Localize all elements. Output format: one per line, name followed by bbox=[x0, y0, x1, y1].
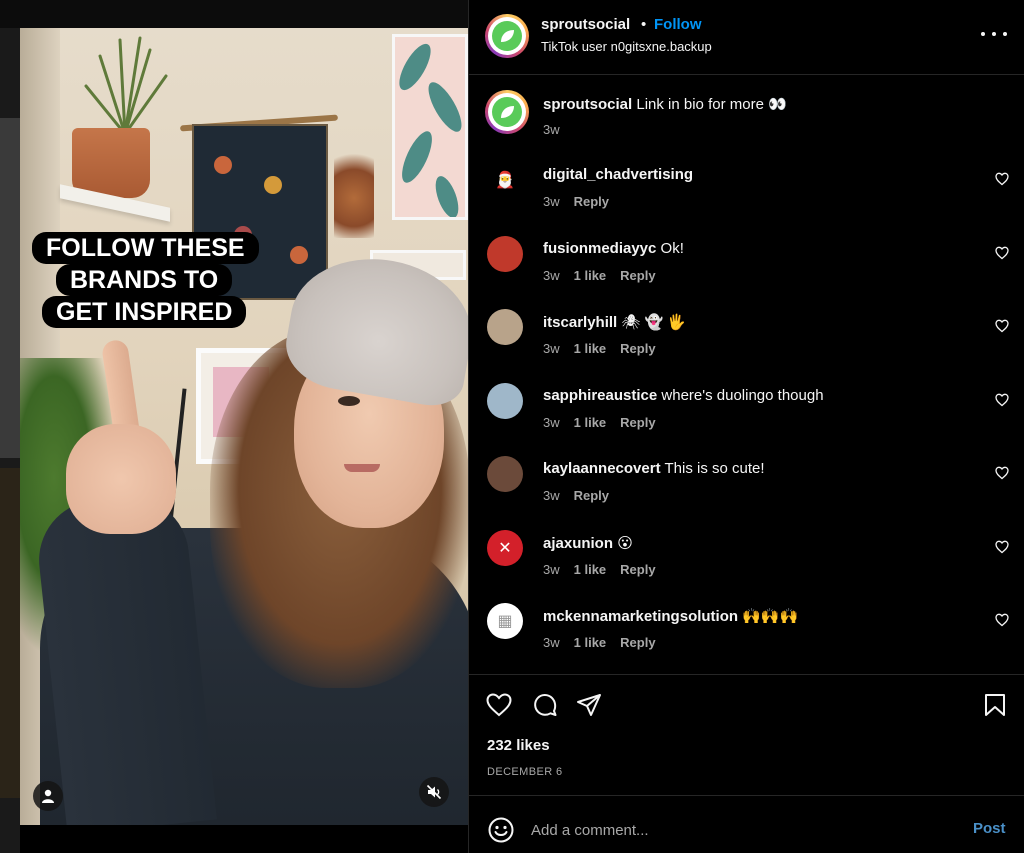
reply-button[interactable]: Reply bbox=[574, 194, 609, 209]
post-details-panel: sproutsocial • Follow TikTok user n0gits… bbox=[468, 0, 1024, 853]
reply-button[interactable]: Reply bbox=[620, 562, 655, 577]
follow-button[interactable]: Follow bbox=[654, 16, 702, 33]
author-username[interactable]: sproutsocial bbox=[541, 16, 630, 33]
comment-avatar[interactable] bbox=[487, 383, 523, 419]
bookmark-icon[interactable] bbox=[981, 691, 1009, 719]
user-tag-icon bbox=[42, 789, 54, 803]
comment-row: ▦ mckennamarketingsolution 🙌🙌🙌 3w 1 like Rep… bbox=[469, 590, 1024, 662]
comment-username[interactable]: itscarlyhill bbox=[543, 314, 617, 331]
comment-like-icon[interactable] bbox=[995, 172, 1009, 186]
comment-like-icon[interactable] bbox=[995, 246, 1009, 260]
comment-like-icon[interactable] bbox=[995, 393, 1009, 407]
comment-username[interactable]: ajaxunion bbox=[543, 535, 613, 552]
sprout-leaf-icon bbox=[501, 30, 514, 42]
comment-like-count[interactable]: 1 like bbox=[574, 415, 607, 430]
comment-row: 🎅 digital_chadvertising 3w Reply bbox=[469, 149, 1024, 221]
comment-like-count[interactable]: 1 like bbox=[574, 341, 607, 356]
comment-time: 3w bbox=[543, 415, 560, 430]
reply-button[interactable]: Reply bbox=[620, 635, 655, 650]
comment-avatar[interactable]: ▦ bbox=[487, 603, 523, 639]
reply-button[interactable]: Reply bbox=[620, 268, 655, 283]
comment-icon[interactable] bbox=[531, 691, 559, 719]
sprout-leaf-icon bbox=[501, 106, 514, 118]
reply-button[interactable]: Reply bbox=[620, 415, 655, 430]
comment-input[interactable] bbox=[531, 818, 951, 842]
comment-like-icon[interactable] bbox=[995, 613, 1009, 627]
comment-time: 3w bbox=[543, 341, 560, 356]
comment-username[interactable]: kaylaannecovert bbox=[543, 460, 661, 477]
comment-composer: Post bbox=[469, 795, 1024, 853]
video-caption-line-2: BRANDS TO bbox=[56, 264, 233, 296]
comment-row: sapphireaustice where's duolingo though 3… bbox=[469, 370, 1024, 442]
comment-time: 3w bbox=[543, 635, 560, 650]
comment-text: 🕷 👻 🖐 bbox=[621, 314, 687, 331]
like-count[interactable]: 232 likes bbox=[487, 737, 550, 754]
plant-pot bbox=[72, 128, 150, 198]
comment-text: where's duolingo though bbox=[661, 387, 824, 404]
share-icon[interactable] bbox=[575, 691, 603, 719]
heart-icon[interactable] bbox=[485, 691, 513, 719]
post-caption: sproutsocial Link in bio for more 👀 3w bbox=[469, 76, 1024, 148]
reply-button[interactable]: Reply bbox=[574, 488, 609, 503]
comment-like-icon[interactable] bbox=[995, 466, 1009, 480]
comment-like-count[interactable]: 1 like bbox=[574, 562, 607, 577]
comment-like-icon[interactable] bbox=[995, 540, 1009, 554]
comment-row: kaylaannecovert This is so cute! 3w Reply bbox=[469, 443, 1024, 515]
comment-row: fusionmediayyc Ok! 3w 1 like Reply bbox=[469, 223, 1024, 295]
post-video[interactable]: FOLLOW THESE BRANDS TO GET INSPIRED bbox=[20, 28, 468, 825]
more-options-icon[interactable] bbox=[981, 24, 1007, 44]
comment-username[interactable]: fusionmediayyc bbox=[543, 240, 656, 257]
page-backdrop-left bbox=[0, 28, 20, 853]
comment-username[interactable]: sapphireaustice bbox=[543, 387, 657, 404]
comment-text: Ok! bbox=[660, 240, 684, 257]
header-separator: • bbox=[641, 16, 647, 33]
caption-username[interactable]: sproutsocial bbox=[543, 96, 632, 113]
comments-list[interactable]: sproutsocial Link in bio for more 👀 3w 🎅… bbox=[469, 76, 1024, 674]
comment-like-count[interactable]: 1 like bbox=[574, 635, 607, 650]
post-actions: 232 likes DECEMBER 6 Post bbox=[469, 674, 1024, 853]
comment-username[interactable]: digital_chadvertising bbox=[543, 166, 693, 183]
caption-avatar[interactable] bbox=[485, 90, 529, 134]
comment-text: 🙌🙌🙌 bbox=[742, 608, 799, 625]
comment-username[interactable]: mckennamarketingsolution bbox=[543, 608, 738, 625]
comment-row: itscarlyhill 🕷 👻 🖐 3w 1 like Reply bbox=[469, 296, 1024, 368]
emoji-icon[interactable] bbox=[487, 816, 515, 844]
comment-time: 3w bbox=[543, 488, 560, 503]
comment-row: ✕ ajaxunion 😮 3w 1 like Reply bbox=[469, 517, 1024, 589]
post-date: DECEMBER 6 bbox=[487, 766, 563, 778]
leaf-poster bbox=[392, 34, 468, 220]
user-tag-button[interactable] bbox=[33, 781, 63, 811]
video-caption-line-1: FOLLOW THESE bbox=[32, 232, 259, 264]
comment-time: 3w bbox=[543, 268, 560, 283]
comment-time: 3w bbox=[543, 562, 560, 577]
comment-avatar[interactable]: ✕ bbox=[487, 530, 523, 566]
comment-time: 3w bbox=[543, 194, 560, 209]
mute-button[interactable] bbox=[419, 777, 449, 807]
author-avatar[interactable] bbox=[485, 14, 529, 58]
audio-attribution[interactable]: TikTok user n0gitsxne.backup bbox=[541, 39, 712, 54]
comment-avatar[interactable] bbox=[487, 456, 523, 492]
comment-like-count[interactable]: 1 like bbox=[574, 268, 607, 283]
mute-icon bbox=[426, 784, 442, 800]
caption-time: 3w bbox=[543, 122, 560, 137]
pointing-hand bbox=[66, 424, 176, 534]
comment-avatar[interactable] bbox=[487, 309, 523, 345]
comment-text: This is so cute! bbox=[664, 460, 765, 477]
caption-text: Link in bio for more 👀 bbox=[636, 96, 787, 113]
comment-avatar[interactable]: 🎅 bbox=[487, 162, 523, 198]
video-caption-line-3: GET INSPIRED bbox=[42, 296, 247, 328]
plant-illustration bbox=[84, 36, 168, 136]
comment-avatar[interactable] bbox=[487, 236, 523, 272]
reply-button[interactable]: Reply bbox=[620, 341, 655, 356]
comment-text: 😮 bbox=[617, 535, 633, 552]
post-comment-button[interactable]: Post bbox=[973, 820, 1006, 837]
post-header: sproutsocial • Follow TikTok user n0gits… bbox=[469, 0, 1024, 75]
comment-like-icon[interactable] bbox=[995, 319, 1009, 333]
